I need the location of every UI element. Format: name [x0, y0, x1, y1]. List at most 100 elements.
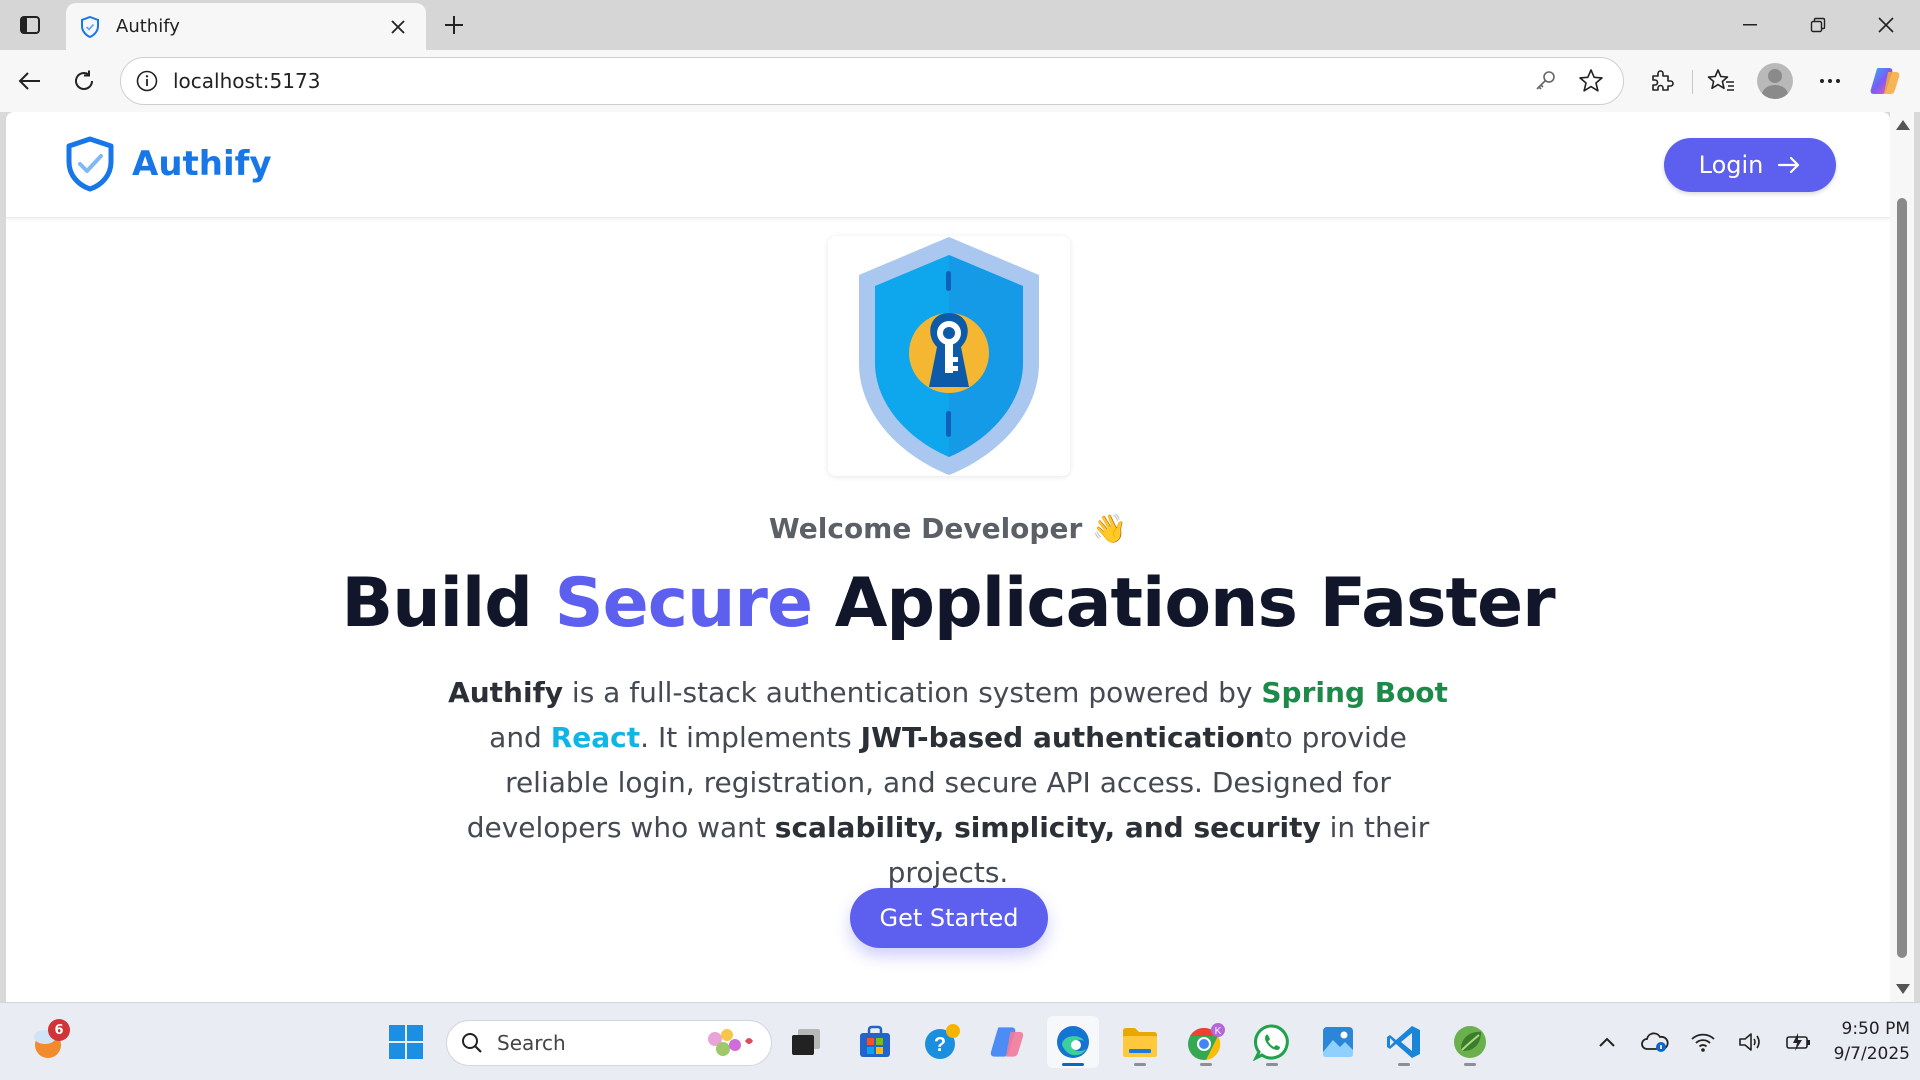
- back-button[interactable]: [12, 63, 48, 99]
- toolbar-separator: [1692, 70, 1693, 94]
- search-placeholder: Search: [497, 1031, 566, 1055]
- page-scrollbar[interactable]: [1890, 112, 1914, 1002]
- shield-check-icon: [66, 136, 114, 192]
- copilot-icon: [1870, 68, 1900, 94]
- arrow-right-icon: [1778, 156, 1800, 174]
- address-text[interactable]: localhost:5173: [173, 69, 1517, 93]
- weather-badge: 6: [48, 1019, 70, 1041]
- spring-leaf-icon: [1454, 1026, 1486, 1058]
- whatsapp-icon: [1253, 1024, 1289, 1061]
- close-icon: [1878, 17, 1894, 33]
- store-app[interactable]: [849, 1016, 901, 1068]
- arrow-left-icon: [18, 72, 40, 90]
- desc-react: React: [550, 721, 641, 754]
- volume-icon: [1739, 1033, 1760, 1051]
- vscode-app[interactable]: [1378, 1016, 1430, 1068]
- scroll-up-arrow[interactable]: [1896, 120, 1910, 130]
- clock-time: 9:50 PM: [1841, 1019, 1911, 1039]
- address-bar[interactable]: localhost:5173: [120, 57, 1624, 105]
- restore-icon: [1810, 17, 1826, 33]
- search-icon: [462, 1033, 482, 1053]
- wave-emoji: 👋: [1092, 512, 1128, 545]
- wifi-icon: [1691, 1033, 1715, 1052]
- taskbar: 6 Search ? K 9:50 PM 9/7/2025: [0, 1002, 1920, 1080]
- chrome-icon: K: [1188, 1023, 1225, 1060]
- photos-app[interactable]: [1312, 1016, 1364, 1068]
- avatar: [1757, 63, 1793, 99]
- svg-text:K: K: [1215, 1026, 1222, 1037]
- volume-tray-icon[interactable]: [1734, 1025, 1768, 1059]
- minimize-icon: [1743, 24, 1757, 26]
- desc-brand: Authify: [448, 676, 564, 709]
- new-tab-button[interactable]: [436, 8, 472, 42]
- site-navbar: Authify Login: [6, 112, 1890, 218]
- spring-tools-app[interactable]: [1444, 1016, 1496, 1068]
- help-icon: ?: [925, 1024, 960, 1059]
- more-icon: [1820, 79, 1840, 83]
- desc-text-3: . It implements: [640, 721, 861, 754]
- taskbar-clock[interactable]: 9:50 PM 9/7/2025: [1800, 1017, 1910, 1067]
- login-button[interactable]: Login: [1664, 138, 1836, 192]
- favorites-button[interactable]: [1703, 63, 1739, 99]
- taskbar-search[interactable]: Search: [446, 1020, 772, 1066]
- copilot-app[interactable]: [981, 1016, 1033, 1068]
- svg-text:?: ?: [934, 1034, 946, 1056]
- login-label: Login: [1698, 151, 1764, 179]
- site-info-icon[interactable]: [133, 67, 161, 95]
- browser-tab-strip: Authify: [0, 0, 1920, 50]
- plus-icon: [445, 16, 463, 34]
- help-app[interactable]: ?: [916, 1016, 968, 1068]
- edge-icon: [1057, 1026, 1089, 1058]
- file-explorer-app[interactable]: [1114, 1016, 1166, 1068]
- welcome-heading: Welcome Developer 👋: [6, 512, 1890, 545]
- whatsapp-app[interactable]: [1246, 1016, 1298, 1068]
- clock-date: 9/7/2025: [1833, 1044, 1910, 1064]
- close-window-button[interactable]: [1852, 0, 1920, 50]
- task-view-icon: [792, 1029, 820, 1055]
- chrome-app[interactable]: K: [1180, 1016, 1232, 1068]
- chevron-up-icon: [1599, 1037, 1615, 1047]
- hero-description: Authify is a full-stack authentication s…: [436, 670, 1460, 895]
- task-view-button[interactable]: [780, 1016, 832, 1068]
- desc-jwt: JWT-based authentication: [860, 721, 1265, 754]
- running-indicator: [1200, 1063, 1212, 1066]
- title-accent: Secure: [554, 564, 813, 643]
- brand[interactable]: Authify: [64, 136, 272, 192]
- scroll-thumb[interactable]: [1897, 198, 1907, 958]
- running-indicator: [1464, 1063, 1476, 1066]
- more-menu-button[interactable]: [1812, 63, 1848, 99]
- title-part1: Build: [341, 564, 555, 643]
- copilot-icon: [990, 1027, 1024, 1057]
- shield-check-icon: [78, 15, 102, 39]
- browser-tab-active[interactable]: Authify: [66, 3, 426, 50]
- system-tray: [1590, 1025, 1816, 1059]
- copilot-button[interactable]: [1867, 63, 1903, 99]
- onedrive-tray-icon[interactable]: [1638, 1025, 1672, 1059]
- running-indicator: [1398, 1063, 1410, 1066]
- brand-name: Authify: [132, 144, 272, 184]
- desc-text-1: is a full-stack authentication system po…: [563, 676, 1262, 709]
- scroll-down-arrow[interactable]: [1896, 984, 1910, 994]
- key-icon[interactable]: [1527, 63, 1563, 99]
- profile-button[interactable]: [1757, 63, 1793, 99]
- store-icon: [860, 1025, 890, 1057]
- refresh-button[interactable]: [66, 63, 102, 99]
- get-started-button[interactable]: Get Started: [850, 888, 1048, 948]
- wifi-tray-icon[interactable]: [1686, 1025, 1720, 1059]
- close-icon[interactable]: [384, 13, 412, 41]
- minimize-button[interactable]: [1716, 0, 1784, 50]
- star-icon[interactable]: [1573, 63, 1609, 99]
- desc-spring-boot: Spring Boot: [1261, 676, 1448, 709]
- tray-overflow-button[interactable]: [1590, 1025, 1624, 1059]
- desc-qualities: scalability, simplicity, and security: [774, 811, 1321, 844]
- edge-app[interactable]: [1047, 1016, 1099, 1068]
- extensions-button[interactable]: [1643, 63, 1679, 99]
- hero-title: Build Secure Applications Faster: [6, 564, 1890, 643]
- shield-keyhole-icon: [859, 237, 1039, 475]
- running-indicator: [1266, 1063, 1278, 1066]
- cloud-icon: [1641, 1032, 1669, 1052]
- browser-toolbar: localhost:5173: [0, 50, 1920, 112]
- start-button[interactable]: [380, 1016, 432, 1068]
- restore-button[interactable]: [1784, 0, 1852, 50]
- tab-actions-button[interactable]: [10, 8, 50, 42]
